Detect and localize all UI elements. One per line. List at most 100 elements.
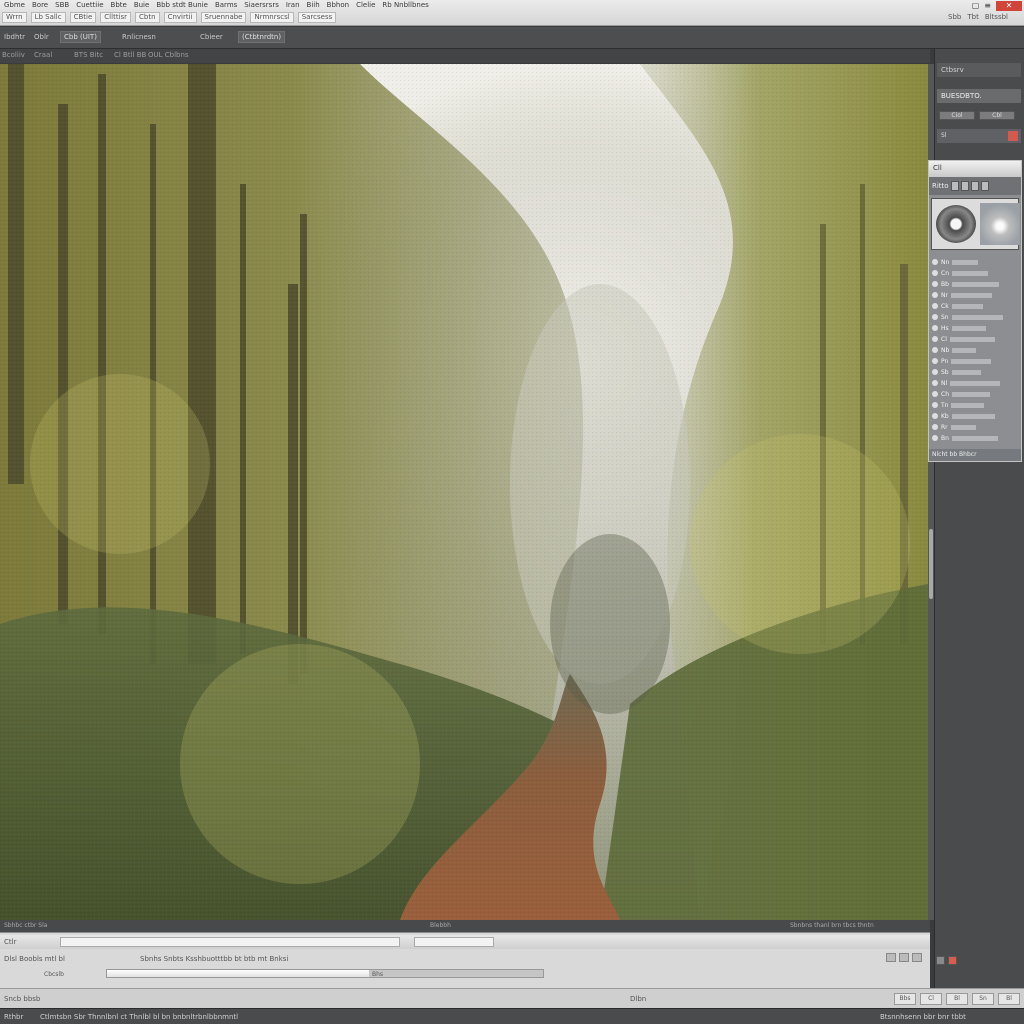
timeline-segment[interactable] (414, 937, 494, 947)
timeline-segment[interactable] (60, 937, 400, 947)
layer-row[interactable]: Ch (932, 389, 1018, 399)
visibility-icon[interactable] (932, 347, 938, 353)
toolbar-field[interactable]: Cllttisr (100, 12, 132, 23)
tool-icon[interactable] (960, 181, 969, 191)
layer-row[interactable]: Cn (932, 268, 1018, 278)
layer-row[interactable]: Tn (932, 400, 1018, 410)
menu-item[interactable]: Gbme (4, 1, 25, 9)
visibility-icon[interactable] (932, 259, 938, 265)
menu-item[interactable]: Bore (32, 1, 48, 9)
visibility-icon[interactable] (932, 369, 938, 375)
panel-subtitle[interactable]: BUESDBTO. (937, 89, 1021, 103)
minimize-icon[interactable]: ▢ (972, 1, 980, 10)
menu-item[interactable]: Cuettiie (76, 1, 103, 9)
toolbar-field[interactable]: Cnvirtii (163, 12, 197, 23)
toolbar-field[interactable]: Cbtn (135, 12, 160, 23)
tab-item[interactable]: OUL Cblbns (148, 51, 189, 59)
menu-item[interactable]: Bbte (111, 1, 127, 9)
layer-row[interactable]: Kb (932, 411, 1018, 421)
options-label[interactable]: Oblr (34, 33, 49, 41)
visibility-icon[interactable] (932, 292, 938, 298)
settings-icon[interactable] (936, 956, 945, 965)
panel-icon[interactable] (899, 953, 909, 962)
layer-row[interactable]: Sb (932, 367, 1018, 377)
menu-item[interactable]: Bbhon (327, 1, 349, 9)
layer-row[interactable]: Bb (932, 279, 1018, 289)
layer-row[interactable]: Nn (932, 257, 1018, 267)
scrollbar-thumb[interactable] (929, 529, 933, 599)
options-field[interactable]: Cbb (UIT) (60, 31, 101, 43)
visibility-icon[interactable] (932, 380, 938, 386)
menu-item[interactable]: Barms (215, 1, 237, 9)
layer-row[interactable]: Bn (932, 433, 1018, 443)
navigator-thumbnail[interactable] (931, 198, 1020, 250)
layer-row[interactable]: Nb (932, 345, 1018, 355)
toolbar-field[interactable]: Nrmnrscsl (250, 12, 294, 23)
tab-item[interactable]: Craal (34, 51, 52, 59)
panel-button[interactable]: Ciol (939, 111, 975, 120)
options-label[interactable]: Ibdhtr (4, 33, 25, 41)
window-right-label[interactable]: Bltssbl (985, 13, 1008, 21)
menu-item[interactable]: Buie (134, 1, 150, 9)
tool-button[interactable]: Bl (946, 993, 968, 1005)
visibility-icon[interactable] (932, 413, 938, 419)
tool-icon[interactable] (980, 181, 989, 191)
tab-item[interactable]: Cl Btll BB (114, 51, 146, 59)
visibility-icon[interactable] (932, 402, 938, 408)
toolbar-field[interactable]: Lb Sallc (30, 12, 66, 23)
layer-row[interactable]: Cl (932, 334, 1018, 344)
menu-item[interactable]: Siaersrsrs (244, 1, 279, 9)
menu-item[interactable]: Biih (307, 1, 320, 9)
tab-item[interactable]: Bcoliiv (2, 51, 25, 59)
tool-button[interactable]: Sn (972, 993, 994, 1005)
toolbar-field[interactable]: Wrrn (2, 12, 27, 23)
window-right-label[interactable]: Sbb (948, 13, 961, 21)
visibility-icon[interactable] (932, 336, 938, 342)
visibility-icon[interactable] (932, 325, 938, 331)
tool-icon[interactable] (950, 181, 959, 191)
layer-row[interactable]: Nr (932, 290, 1018, 300)
panel-icon[interactable] (912, 953, 922, 962)
visibility-icon[interactable] (932, 303, 938, 309)
options-label[interactable]: Cbieer (200, 33, 223, 41)
layer-row[interactable]: Pn (932, 356, 1018, 366)
image-canvas[interactable] (0, 64, 928, 920)
opacity-slider[interactable] (106, 969, 544, 978)
menu-item[interactable]: SBB (55, 1, 69, 9)
visibility-icon[interactable] (932, 314, 938, 320)
options-field[interactable]: (Ctbtnrdtn) (238, 31, 286, 43)
record-icon[interactable] (1008, 131, 1018, 141)
delete-icon[interactable] (948, 956, 957, 965)
menu-item[interactable]: Clelie (356, 1, 375, 9)
layer-row[interactable]: Nl (932, 378, 1018, 388)
tool-button[interactable]: Bl (998, 993, 1020, 1005)
panel-title[interactable]: Ctbsrv (937, 63, 1021, 77)
window-right-label[interactable]: Tbt (967, 13, 978, 21)
close-button[interactable]: ✕ (996, 0, 1022, 11)
options-label[interactable]: Rnlicnesn (122, 33, 156, 41)
panel-icon[interactable] (886, 953, 896, 962)
menu-item[interactable]: Iran (286, 1, 300, 9)
layer-row[interactable]: Sn (932, 312, 1018, 322)
menu-item[interactable]: Bbb stdt Bunie (156, 1, 208, 9)
visibility-icon[interactable] (932, 358, 938, 364)
tool-button[interactable]: Bbs (894, 993, 916, 1005)
tool-icon[interactable] (970, 181, 979, 191)
menu-item[interactable]: Rb Nnbllbnes (382, 1, 428, 9)
toolbar-field[interactable]: Sruennabe (200, 12, 247, 23)
layer-row[interactable]: Hs (932, 323, 1018, 333)
visibility-icon[interactable] (932, 270, 938, 276)
panel-row[interactable]: Sl (937, 129, 1021, 143)
toolbar-field[interactable]: CBtie (69, 12, 97, 23)
layer-row[interactable]: Ck (932, 301, 1018, 311)
visibility-icon[interactable] (932, 391, 938, 397)
visibility-icon[interactable] (932, 435, 938, 441)
restore-icon[interactable]: ≡ (984, 1, 991, 10)
navigator-header[interactable]: Cll (929, 161, 1021, 177)
visibility-icon[interactable] (932, 281, 938, 287)
tool-button[interactable]: Cl (920, 993, 942, 1005)
toolbar-field[interactable]: Sarcsess (297, 12, 337, 23)
tab-item[interactable]: BTS Bitc (74, 51, 103, 59)
panel-button[interactable]: Cbl (979, 111, 1015, 120)
layer-row[interactable]: Rr (932, 422, 1018, 432)
